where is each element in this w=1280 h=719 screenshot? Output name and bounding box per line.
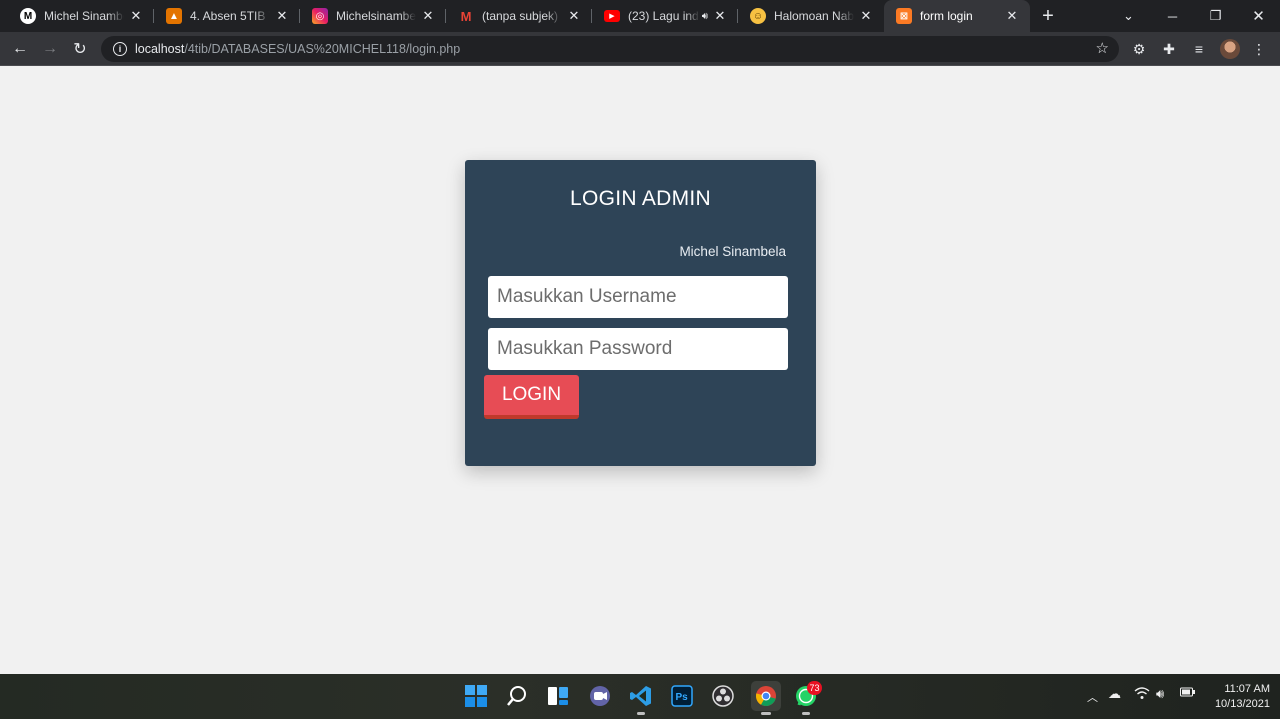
minimize-button[interactable]: ─ [1151,0,1194,32]
tab-form-login[interactable]: ⊠ form login ✕ [884,0,1030,32]
browser-toolbar: ← → ↻ i localhost/4tib/DATABASES/UAS%20M… [0,32,1280,66]
tab-instagram[interactable]: ◎ Michelsinambela ✕ [300,0,446,32]
start-icon[interactable] [463,683,489,709]
close-window-button[interactable]: ✕ [1237,0,1280,32]
close-tab-icon[interactable]: ✕ [420,8,436,24]
restore-button[interactable]: ❐ [1194,0,1237,32]
teams-chat-icon[interactable] [587,683,613,709]
author-name: Michel Sinambela [679,244,786,259]
reading-list-icon[interactable]: ≡ [1190,40,1208,58]
speaker-icon[interactable]: 🔊︎ [702,11,708,22]
classroom-icon: ▲ [166,8,182,24]
running-indicator [802,712,810,715]
menu-kebab-icon[interactable]: ⋮ [1250,40,1268,58]
tab-title: (23) Lagu ind [628,9,699,23]
tab-halomoan[interactable]: ☺ Halomoan Nabab ✕ [738,0,884,32]
tab-title: Michel Sinambela [44,9,124,23]
tab-title: Halomoan Nabab [774,9,854,23]
reload-icon[interactable]: ↻ [68,37,92,61]
tab-title: form login [920,9,973,23]
new-tab-button[interactable]: + [1036,4,1060,28]
clock-date: 10/13/2021 [1214,698,1270,710]
login-button[interactable]: LOGIN [484,375,579,419]
notification-badge: 73 [807,681,822,695]
active-indicator [761,712,771,715]
tab-classroom[interactable]: ▲ 4. Absen 5TIB Tgl ✕ [154,0,300,32]
emoji-icon: ☺ [750,8,766,24]
obs-icon[interactable] [710,683,736,709]
username-input[interactable] [488,276,788,318]
tab-title: 4. Absen 5TIB Tgl [190,9,270,23]
close-tab-icon[interactable]: ✕ [128,8,144,24]
medium-icon: M [20,8,36,24]
task-view-icon[interactable] [545,683,571,709]
close-tab-icon[interactable]: ✕ [566,8,582,24]
bookmark-star-icon[interactable]: ☆ [1096,39,1109,57]
tab-gmail[interactable]: M (tanpa subjek) - m ✕ [446,0,592,32]
running-indicator [637,712,645,715]
vscode-icon[interactable] [628,683,654,715]
password-input[interactable] [488,328,788,370]
svg-text:Ps: Ps [676,692,689,703]
tab-title: (tanpa subjek) - m [482,9,562,23]
site-info-icon[interactable]: i [113,42,127,56]
show-hidden-icons-icon[interactable]: ︿ [1087,689,1098,705]
xampp-icon: ⊠ [896,8,912,24]
back-icon[interactable]: ← [8,37,32,61]
clock-time: 11:07 AM [1224,683,1270,695]
tab-title: Michelsinambela [336,9,416,23]
forward-icon[interactable]: → [38,37,62,61]
extensions-puzzle-icon[interactable]: ✚ [1160,40,1178,58]
profile-avatar[interactable] [1220,39,1240,59]
chrome-icon[interactable] [751,681,781,715]
wifi-icon[interactable] [1134,686,1150,703]
close-tab-icon[interactable]: ✕ [274,8,290,24]
login-title: LOGIN ADMIN [570,187,711,210]
address-bar[interactable]: i localhost/4tib/DATABASES/UAS%20MICHEL1… [101,36,1119,62]
url-path: /4tib/DATABASES/UAS%20MICHEL118/login.ph… [184,42,461,56]
tab-youtube[interactable]: ▶ (23) Lagu ind 🔊︎ ✕ [592,0,738,32]
battery-icon[interactable] [1180,686,1196,701]
browser-tab-strip: M Michel Sinambela ✕ ▲ 4. Absen 5TIB Tgl… [0,0,1280,32]
gmail-icon: M [460,8,472,24]
settings-gear-icon[interactable]: ⚙ [1130,40,1148,58]
onedrive-cloud-icon[interactable]: ☁ [1108,686,1121,702]
search-icon[interactable] [504,683,530,709]
url-host: localhost [135,42,185,56]
close-tab-icon[interactable]: ✕ [1004,8,1020,24]
tab-search-icon[interactable]: ⌄ [1107,0,1150,32]
close-tab-icon[interactable]: ✕ [712,8,728,24]
volume-icon[interactable]: 🔊︎ [1156,686,1164,702]
photoshop-icon[interactable]: Ps [669,683,695,709]
system-clock[interactable]: 11:07 AM 10/13/2021 [1200,682,1270,712]
close-tab-icon[interactable]: ✕ [858,8,874,24]
tab-medium[interactable]: M Michel Sinambela ✕ [8,0,154,32]
instagram-icon: ◎ [312,8,328,24]
youtube-icon: ▶ [604,10,620,22]
